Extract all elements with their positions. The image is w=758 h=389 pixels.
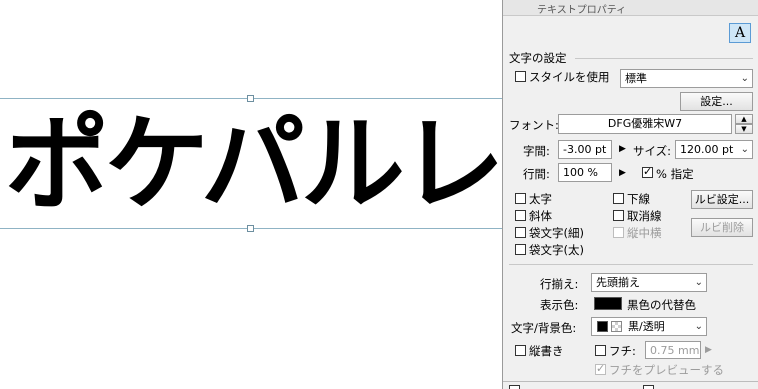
- tate-chu-yoko-label: 縦中横: [627, 226, 662, 240]
- partial-checkbox[interactable]: [643, 385, 654, 389]
- style-select[interactable]: 標準 ⌄: [620, 69, 753, 88]
- display-color-label: 表示色:: [540, 298, 579, 312]
- text-tool-icon[interactable]: A: [729, 23, 751, 43]
- tate-chu-yoko-checkbox[interactable]: [613, 227, 624, 238]
- underline-checkbox[interactable]: [613, 193, 624, 204]
- font-label: フォント:: [509, 118, 559, 132]
- font-field[interactable]: DFG優雅宋W7: [558, 114, 732, 134]
- ruby-delete-button[interactable]: ルビ削除: [691, 218, 753, 237]
- chevron-down-icon: ⌄: [694, 321, 703, 332]
- use-style-checkbox[interactable]: [515, 71, 526, 82]
- leading-field[interactable]: 100 %: [558, 163, 612, 182]
- design-canvas[interactable]: ポケパルレ: [0, 0, 502, 389]
- settings-button[interactable]: 設定...: [680, 92, 753, 111]
- outline-thick-checkbox[interactable]: [515, 244, 526, 255]
- text-bg-color-label: 文字/背景色:: [511, 321, 577, 335]
- vertical-writing-checkbox[interactable]: [515, 345, 526, 356]
- size-label: サイズ:: [633, 144, 672, 158]
- font-spinner-down-icon[interactable]: ▼: [735, 124, 753, 134]
- text-color-swatch: [597, 321, 608, 332]
- text-properties-panel: テキストプロパティ A 文字の設定 スタイルを使用 標準 ⌄ 設定... フォン…: [502, 0, 758, 389]
- strikethrough-label: 取消線: [627, 209, 662, 223]
- section-divider: [575, 58, 753, 59]
- text-bg-color-value: 黒/透明: [628, 320, 665, 333]
- size-select[interactable]: 120.00 pt ⌄: [675, 140, 753, 159]
- italic-checkbox[interactable]: [515, 210, 526, 221]
- panel-titlebar[interactable]: テキストプロパティ: [503, 0, 758, 16]
- panel-title: テキストプロパティ: [537, 5, 627, 16]
- preview-border-checkbox[interactable]: [595, 362, 606, 375]
- use-style-label: スタイルを使用: [529, 70, 610, 84]
- italic-label: 斜体: [529, 209, 552, 223]
- play-arrow-icon[interactable]: ▶: [619, 144, 626, 154]
- transparent-bg-swatch: [611, 321, 622, 332]
- tracking-label: 字間:: [523, 144, 550, 158]
- percent-spec-label: % 指定: [656, 167, 694, 181]
- percent-spec-checkbox[interactable]: [642, 165, 653, 178]
- bold-checkbox[interactable]: [515, 193, 526, 204]
- border-width-field[interactable]: 0.75 mm: [645, 341, 701, 359]
- chevron-down-icon: ⌄: [694, 277, 703, 288]
- font-spinner-up-icon[interactable]: ▲: [735, 114, 753, 124]
- play-arrow-icon[interactable]: ▶: [705, 345, 712, 355]
- outline-thin-checkbox[interactable]: [515, 227, 526, 238]
- border-checkbox[interactable]: [595, 345, 606, 356]
- chevron-down-icon: ⌄: [740, 73, 749, 84]
- style-select-value: 標準: [625, 72, 647, 85]
- size-select-value: 120.00 pt: [680, 143, 734, 156]
- partial-checkbox[interactable]: [509, 385, 520, 389]
- section-divider: [509, 264, 753, 265]
- align-select-value: 先頭揃え: [596, 276, 640, 289]
- chevron-down-icon: ⌄: [740, 144, 749, 155]
- text-bg-color-select[interactable]: 黒/透明 ⌄: [591, 317, 707, 336]
- align-label: 行揃え:: [540, 277, 579, 291]
- ruby-settings-button[interactable]: ルビ設定...: [691, 190, 753, 209]
- leading-label: 行間:: [523, 167, 550, 181]
- align-select[interactable]: 先頭揃え ⌄: [591, 273, 707, 292]
- bold-label: 太字: [529, 192, 552, 206]
- vertical-writing-label: 縦書き: [529, 344, 564, 358]
- section-character-heading: 文字の設定: [509, 51, 567, 65]
- canvas-text-object[interactable]: ポケパルレ: [5, 100, 502, 228]
- display-color-swatch[interactable]: [594, 297, 622, 310]
- play-arrow-icon[interactable]: ▶: [619, 168, 626, 178]
- tracking-field[interactable]: -3.00 pt: [558, 140, 612, 159]
- underline-label: 下線: [627, 192, 650, 206]
- outline-thin-label: 袋文字(細): [529, 226, 584, 240]
- preview-border-label: フチをプレビューする: [609, 363, 724, 377]
- panel-bottom-divider: [503, 381, 758, 382]
- display-color-value: 黒色の代替色: [627, 298, 696, 312]
- border-label: フチ:: [609, 344, 636, 358]
- strikethrough-checkbox[interactable]: [613, 210, 624, 221]
- outline-thick-label: 袋文字(太): [529, 243, 584, 257]
